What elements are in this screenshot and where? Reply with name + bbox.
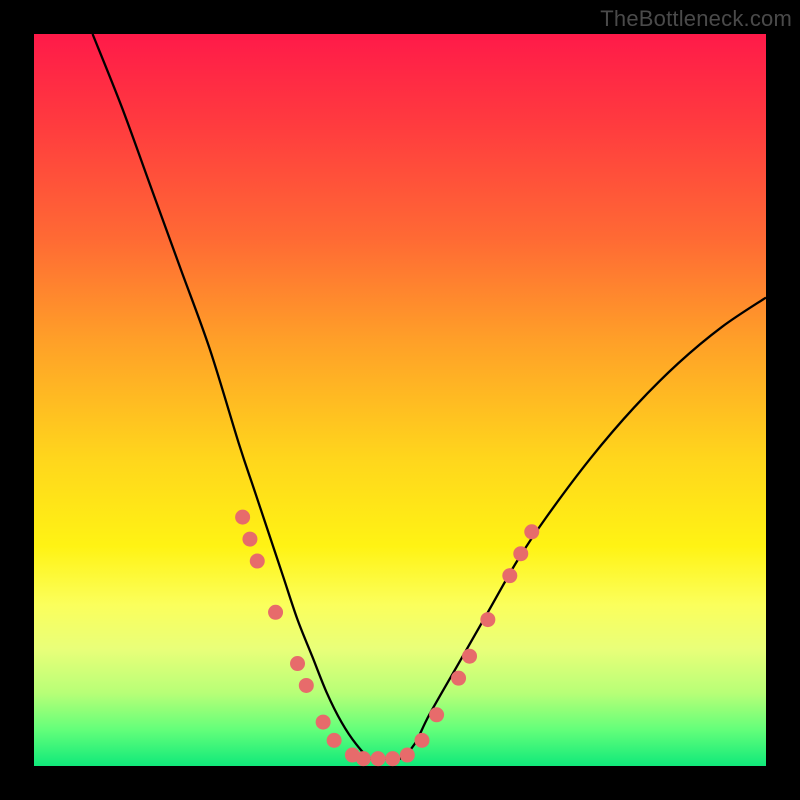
curve-marker (462, 649, 477, 664)
curve-marker (268, 605, 283, 620)
curve-marker (371, 751, 386, 766)
curve-svg (34, 34, 766, 766)
curve-marker (524, 524, 539, 539)
curve-marker (250, 554, 265, 569)
curve-marker (451, 671, 466, 686)
curve-marker (400, 748, 415, 763)
curve-marker (385, 751, 400, 766)
bottleneck-curve (93, 34, 766, 760)
curve-marker (356, 751, 371, 766)
chart-frame: TheBottleneck.com (0, 0, 800, 800)
curve-marker (513, 546, 528, 561)
curve-marker (414, 733, 429, 748)
curve-marker (235, 510, 250, 525)
curve-markers (235, 510, 539, 767)
curve-marker (242, 532, 257, 547)
curve-marker (502, 568, 517, 583)
curve-marker (316, 715, 331, 730)
curve-marker (299, 678, 314, 693)
watermark-text: TheBottleneck.com (600, 6, 792, 32)
curve-marker (429, 707, 444, 722)
curve-marker (290, 656, 305, 671)
curve-marker (327, 733, 342, 748)
plot-area (34, 34, 766, 766)
curve-marker (480, 612, 495, 627)
